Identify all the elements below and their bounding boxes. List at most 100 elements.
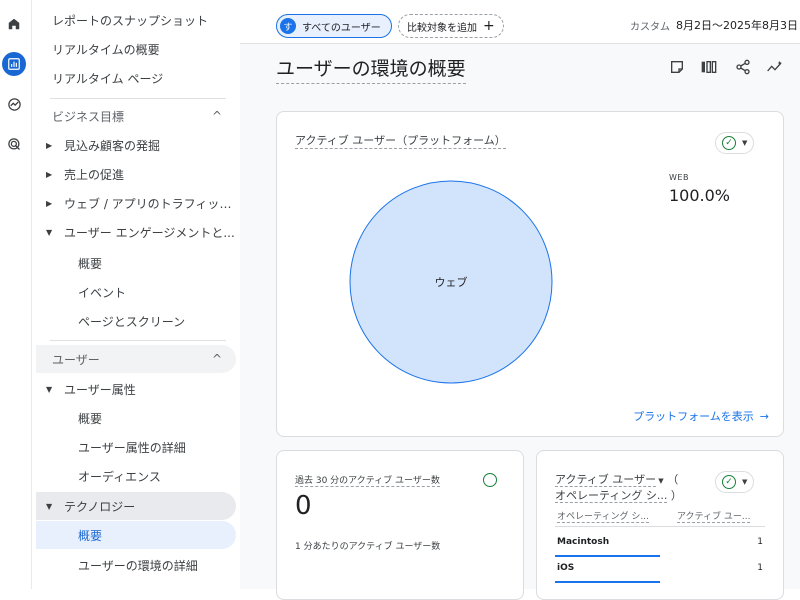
caret-right-icon: ▶ [46, 169, 53, 179]
sidebar-item-lead-gen[interactable]: ▶ 見込み顧客の発掘 [36, 131, 236, 159]
sidebar-item-label: リアルタイムの概要 [52, 42, 160, 57]
caret-down-icon: ▼ [742, 478, 748, 486]
sidebar-item-user-attributes[interactable]: ▼ ユーザー属性 [36, 375, 236, 403]
platform-pie-chart: ウェブ [349, 180, 553, 384]
caret-down-icon: ▼ [46, 227, 53, 237]
platform-card-title: アクティブ ユーザー（プラットフォーム） [295, 134, 506, 149]
sidebar-item-label: 売上の促進 [64, 167, 125, 182]
check-circle-icon [483, 473, 497, 487]
nav-rail [0, 0, 32, 589]
os-card-title[interactable]: アクティブ ユーザー ▼ （ オペレーティング シ... ） [555, 471, 682, 503]
sidebar-item-engagement[interactable]: ▼ ユーザー エンゲージメントと... [36, 218, 236, 246]
column-header-os[interactable]: オペレーティング シ... [557, 509, 649, 523]
sidebar-item-label: ユーザー属性の詳細 [78, 440, 186, 455]
pie-slice-label: ウェブ [435, 275, 468, 289]
sidebar-item-label: ユーザーの環境の詳細 [78, 558, 198, 573]
realtime-card-title: 過去 30 分のアクティブ ユーザー数 [295, 473, 440, 487]
chevron-up-icon: ^ [211, 352, 222, 366]
sidebar-item-audiences[interactable]: オーディエンス [36, 462, 236, 490]
sidebar-item-env-detail[interactable]: ユーザーの環境の詳細 [36, 551, 236, 579]
share-icon[interactable] [732, 56, 754, 78]
sidebar-item-label: テクノロジー [64, 499, 136, 514]
sidebar-item-snapshot[interactable]: レポートのスナップショット [36, 6, 236, 34]
realtime-users-card: 過去 30 分のアクティブ ユーザー数 0 1 分あたりのアクティブ ユーザー数 [276, 450, 524, 600]
realtime-user-count: 0 [295, 491, 312, 521]
os-card-title-line2: オペレーティング シ... [555, 489, 668, 503]
legend-name: WEB [669, 173, 689, 182]
paren-open: （ [667, 473, 679, 486]
row-name: iOS [557, 563, 575, 573]
sidebar-item-tech-overview[interactable]: 概要 [36, 521, 236, 549]
table-row: Macintosh 1 [555, 531, 765, 557]
chevron-up-icon: ^ [211, 109, 222, 123]
view-platforms-link[interactable]: プラットフォームを表示 → [633, 408, 769, 424]
all-users-label: すべてのユーザー [302, 22, 381, 34]
edit-report-icon[interactable] [666, 56, 688, 78]
divider [50, 340, 226, 341]
os-card: アクティブ ユーザー ▼ （ オペレーティング シ... ） ✓ ▼ オペレーテ… [536, 450, 784, 600]
section-label: ユーザー [52, 352, 100, 367]
date-range-picker[interactable]: 8月2日～2025年8月3日 [676, 17, 798, 33]
sidebar-item-user-attr-detail[interactable]: ユーザー属性の詳細 [36, 433, 236, 461]
divider [50, 98, 226, 99]
sidebar-item-label: レポートのスナップショット [52, 13, 209, 28]
caret-down-icon: ▼ [46, 384, 53, 394]
sidebar-item-label: リアルタイム ページ [52, 71, 164, 86]
check-circle-icon: ✓ [722, 475, 736, 489]
table-row: iOS 1 [555, 557, 765, 583]
sidebar-item-label: 概要 [78, 256, 103, 271]
view-platforms-label: プラットフォームを表示 [633, 410, 754, 423]
add-comparison-label: 比較対象を追加 [407, 22, 477, 34]
check-circle-icon: ✓ [722, 136, 736, 150]
sidebar-item-label: ウェブ / アプリのトラフィック... [64, 196, 236, 211]
caret-right-icon: ▶ [46, 198, 53, 208]
sidebar-item-sales[interactable]: ▶ 売上の促進 [36, 160, 236, 188]
insights-icon[interactable] [764, 56, 786, 78]
paren-close: ） [670, 489, 682, 502]
sidebar-item-label: ユーザー属性 [64, 382, 136, 397]
status-dropdown[interactable]: ✓ ▼ [715, 471, 755, 493]
sidebar-item-label: 見込み顧客の発掘 [64, 138, 161, 153]
os-card-title-line1: アクティブ ユーザー [555, 473, 657, 487]
row-value: 1 [757, 537, 763, 547]
sidebar-item-label: ユーザー エンゲージメントと... [64, 225, 235, 240]
sidebar: レポートのスナップショット リアルタイムの概要 リアルタイム ページ ビジネス目… [36, 0, 240, 589]
caret-right-icon: ▶ [46, 140, 53, 150]
caret-down-icon: ▼ [742, 139, 748, 147]
table-divider [555, 526, 765, 527]
arrow-right-icon: → [759, 409, 769, 423]
sidebar-item-label: ページとスクリーン [78, 314, 186, 329]
platform-card: アクティブ ユーザー（プラットフォーム） ✓ ▼ ウェブ WEB 100.0% … [276, 111, 784, 437]
sidebar-item-label: 概要 [78, 528, 103, 543]
explore-icon[interactable] [2, 92, 26, 116]
add-comparison-button[interactable]: 比較対象を追加 + [398, 14, 504, 38]
top-bar: す すべてのユーザー 比較対象を追加 + カスタム 8月2日～2025年8月3日 [240, 0, 800, 44]
section-business-goals[interactable]: ビジネス目標 ^ [36, 102, 236, 130]
section-user[interactable]: ユーザー ^ [36, 345, 236, 373]
reports-icon[interactable] [2, 52, 26, 76]
per-minute-label: 1 分あたりのアクティブ ユーザー数 [295, 542, 441, 552]
avatar: す [280, 18, 296, 34]
all-users-chip[interactable]: す すべてのユーザー [276, 14, 392, 38]
custom-label: カスタム [630, 22, 670, 33]
home-icon[interactable] [2, 12, 26, 36]
row-value: 1 [757, 563, 763, 573]
sidebar-item-overview[interactable]: 概要 [36, 249, 236, 277]
status-dropdown[interactable]: ✓ ▼ [715, 132, 755, 154]
main-content: す すべてのユーザー 比較対象を追加 + カスタム 8月2日～2025年8月3日… [240, 0, 800, 600]
section-label: ビジネス目標 [52, 109, 125, 124]
sidebar-item-label: オーディエンス [78, 469, 161, 484]
sidebar-item-realtime-overview[interactable]: リアルタイムの概要 [36, 35, 236, 63]
sidebar-item-pages-screens[interactable]: ページとスクリーン [36, 307, 236, 335]
sidebar-item-technology[interactable]: ▼ テクノロジー [36, 492, 236, 520]
compare-icon[interactable] [698, 56, 720, 78]
plus-icon: + [483, 18, 495, 34]
sidebar-item-traffic[interactable]: ▶ ウェブ / アプリのトラフィック... [36, 189, 236, 217]
sidebar-item-overview[interactable]: 概要 [36, 404, 236, 432]
caret-down-icon: ▼ [46, 501, 53, 511]
column-header-active-users[interactable]: アクティブ ユー... [677, 509, 751, 523]
advertising-icon[interactable] [2, 132, 26, 156]
sidebar-item-realtime-pages[interactable]: リアルタイム ページ [36, 64, 236, 92]
sidebar-item-label: 概要 [78, 411, 103, 426]
sidebar-item-events[interactable]: イベント [36, 278, 236, 306]
